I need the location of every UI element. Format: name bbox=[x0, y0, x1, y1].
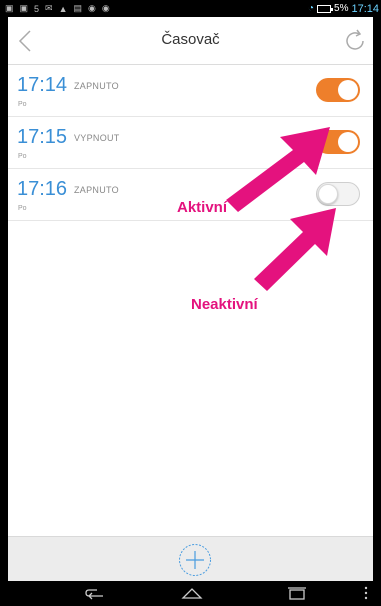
timer-action: ZAPNUTO bbox=[74, 81, 119, 91]
timer-day: Po bbox=[18, 205, 27, 212]
timer-row[interactable]: 17:14 ZAPNUTO Po bbox=[8, 65, 373, 117]
notification-icon: ▣ bbox=[19, 3, 29, 13]
toggle-knob bbox=[338, 80, 358, 100]
notification-icon: 5 bbox=[34, 3, 40, 14]
system-nav-bar bbox=[0, 581, 381, 606]
page-title: Časovač bbox=[161, 31, 220, 48]
status-bar: ▣ ▣ 5 ✉ ▲ ▤ ◉ ◉ ◔ 5% 17:14 bbox=[0, 0, 381, 17]
nav-recents-icon[interactable] bbox=[285, 584, 309, 602]
timer-action: ZAPNUTO bbox=[74, 185, 119, 195]
refresh-icon[interactable] bbox=[341, 27, 369, 55]
battery-level: 5% bbox=[334, 3, 349, 14]
header-bar: Časovač bbox=[8, 17, 373, 65]
notification-icon: ▣ bbox=[5, 3, 14, 13]
timer-day: Po bbox=[18, 153, 27, 160]
notification-icon: ▤ bbox=[73, 3, 83, 13]
notification-icons: ▣ ▣ 5 ✉ ▲ ▤ ◉ ◉ bbox=[5, 3, 110, 14]
app-window: Časovač 17:14 ZAPNUTO Po 17:15 VYPNOUT P… bbox=[8, 17, 373, 581]
nav-home-icon[interactable] bbox=[180, 584, 204, 602]
annotation-inactive-label: Neaktivní bbox=[191, 296, 258, 313]
wifi-icon: ◔ bbox=[307, 3, 315, 14]
notification-icon: ◉ bbox=[88, 3, 96, 13]
timer-toggle[interactable] bbox=[316, 78, 360, 102]
timer-time: 17:14 bbox=[17, 74, 68, 96]
notification-icon: ◉ bbox=[101, 3, 110, 13]
timer-action: VYPNOUT bbox=[74, 133, 120, 143]
timer-time: 17:15 bbox=[17, 126, 68, 148]
battery-icon bbox=[317, 4, 334, 13]
annotation-arrow-active bbox=[226, 127, 330, 212]
timer-day: Po bbox=[18, 101, 27, 108]
bottom-toolbar bbox=[8, 536, 373, 581]
toggle-knob bbox=[338, 132, 358, 152]
clock: 17:14 bbox=[351, 2, 379, 15]
warning-icon: ▲ bbox=[58, 3, 68, 14]
add-icon[interactable] bbox=[178, 543, 212, 577]
timer-time: 17:16 bbox=[17, 178, 68, 200]
nav-menu-icon[interactable] bbox=[360, 584, 372, 602]
nav-back-icon[interactable] bbox=[83, 584, 107, 602]
mail-icon: ✉ bbox=[45, 3, 53, 13]
annotation-active-label: Aktivní bbox=[177, 199, 228, 216]
annotation-arrow-inactive bbox=[254, 208, 336, 291]
